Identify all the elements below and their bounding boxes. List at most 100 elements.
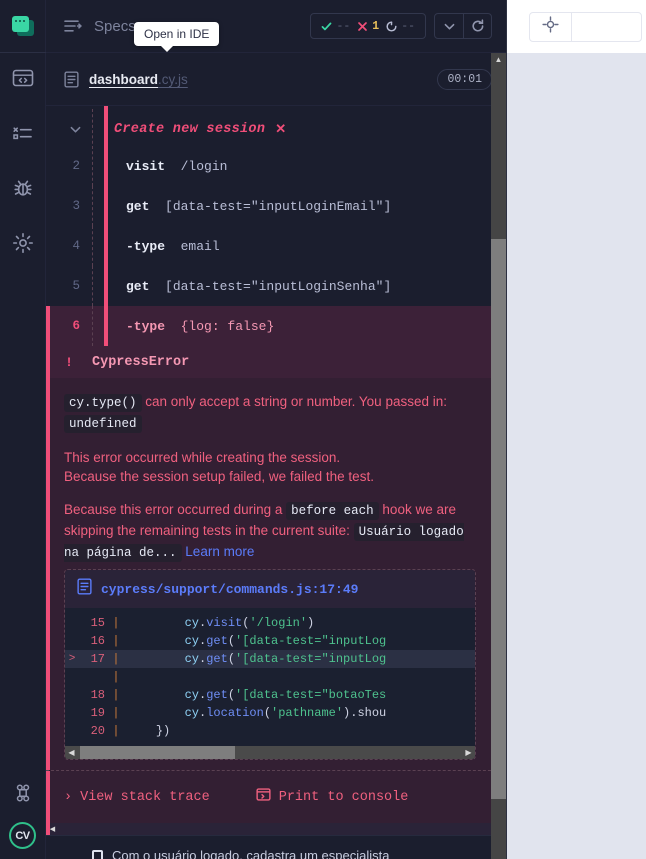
- code-line-source: cy.visit('/login'): [184, 616, 315, 630]
- command-row[interactable]: 4 -type email: [46, 226, 506, 266]
- chevron-down-icon: [444, 23, 454, 30]
- cypress-logo[interactable]: [0, 0, 46, 53]
- error-para3-a: Because this error occurred during a: [64, 502, 283, 517]
- console-icon: [256, 787, 271, 807]
- view-stack-trace-label: View stack trace: [80, 789, 210, 805]
- hamburger-icon[interactable]: [64, 19, 82, 33]
- command-text: get [data-test="inputLoginSenha"]: [126, 279, 391, 294]
- close-icon[interactable]: ✕: [275, 121, 286, 137]
- stat-passed-value: --: [336, 19, 351, 33]
- error-name: CypressError: [92, 354, 190, 370]
- sidebar-item-runs[interactable]: [0, 108, 46, 163]
- chevron-down-icon[interactable]: [46, 123, 92, 136]
- print-to-console-label: Print to console: [278, 789, 409, 805]
- spec-timer: 00:01: [437, 68, 492, 90]
- code-line-source: cy.get('[data-test="inputLog: [184, 634, 387, 648]
- check-icon: [322, 22, 332, 30]
- scroll-up-arrow[interactable]: ▲: [491, 53, 506, 67]
- suite-title: Create new session: [114, 121, 266, 137]
- crosshair-icon: [542, 15, 559, 38]
- runner-vscrollbar[interactable]: ▲: [491, 53, 506, 859]
- sidebar-item-debug[interactable]: [0, 163, 46, 218]
- error-paragraph-1: cy.type() can only accept a string or nu…: [64, 392, 476, 434]
- code-line-number: 15: [90, 616, 105, 630]
- code-frame-line: 16 | cy.get('[data-test="inputLog: [65, 632, 475, 650]
- learn-more-link[interactable]: Learn more: [185, 544, 254, 559]
- sidebar-item-settings[interactable]: [0, 218, 46, 273]
- collapse-all-button[interactable]: [435, 14, 463, 38]
- code-line-source: [127, 670, 156, 684]
- specs-runner-panel: Specs -- 1 -- dashboard.cy.js 00:01 Open…: [46, 0, 506, 859]
- command-row[interactable]: 6 -type {log: false}: [46, 306, 506, 346]
- aut-url-input[interactable]: [571, 12, 641, 41]
- selector-playground-button[interactable]: [530, 13, 571, 41]
- command-keyword: -type: [126, 318, 166, 334]
- stat-failed: 1: [357, 20, 379, 33]
- code-line-number: 16: [90, 634, 105, 648]
- suite-title-row[interactable]: Create new session ✕: [46, 106, 506, 149]
- scroll-right-arrow[interactable]: ▶: [462, 748, 475, 757]
- chevron-right-icon: ›: [64, 789, 73, 805]
- scroll-left-arrow[interactable]: ◀: [65, 748, 78, 757]
- scroll-left-arrow[interactable]: ◀: [46, 825, 59, 833]
- pending-test-row[interactable]: Com o usuário logado, cadastra um especi…: [46, 835, 506, 859]
- command-row[interactable]: 2 visit /login: [46, 146, 506, 186]
- command-number: 3: [72, 199, 80, 213]
- aut-iframe[interactable]: [507, 53, 646, 859]
- keyboard-shortcuts-icon[interactable]: [13, 783, 33, 808]
- aut-controls: [529, 11, 642, 42]
- error-panel-hscrollbar[interactable]: ◀ ▶: [46, 823, 506, 835]
- error-para2-b: Because the session setup failed, we fai…: [64, 469, 374, 484]
- error-bang: !: [65, 354, 73, 370]
- code-frame-lines: 15 | cy.visit('/login') 16 | cy.get('[data-…: [65, 608, 475, 746]
- spec-filename[interactable]: dashboard.cy.js: [89, 72, 188, 87]
- page-title: Specs: [94, 17, 136, 35]
- print-to-console-button[interactable]: Print to console: [256, 787, 409, 807]
- code-line-arrow: >: [68, 653, 76, 665]
- code-line-pipe: |: [112, 688, 120, 702]
- pending-square-icon: [92, 849, 103, 859]
- pending-circle-icon: [386, 20, 397, 32]
- code-line-source: cy.get('[data-test="inputLog: [184, 652, 387, 666]
- command-keyword: get: [126, 198, 150, 214]
- cypress-app-window: CV Specs -- 1 -- dashboard.cy.js 00:01 O…: [0, 0, 646, 859]
- code-frame-path[interactable]: cypress/support/commands.js:17:49: [101, 582, 358, 597]
- test-stats: -- 1 --: [310, 13, 426, 39]
- error-body: cy.type() can only accept a string or nu…: [46, 378, 506, 770]
- error-code-undefined: undefined: [64, 415, 142, 433]
- runs-icon: [12, 124, 34, 147]
- left-nav-rail: CV: [0, 0, 46, 859]
- refresh-icon: [471, 19, 483, 32]
- code-line-number: 20: [90, 724, 105, 738]
- code-line-source: }): [155, 724, 171, 738]
- code-frame-line: 18 | cy.get('[data-test="botaoTes: [65, 686, 475, 704]
- spec-header: dashboard.cy.js 00:01 Open in IDE: [46, 22, 506, 106]
- code-line-pipe: |: [112, 706, 120, 720]
- code-line-pipe: |: [112, 670, 120, 684]
- code-line-number: 18: [90, 688, 105, 702]
- restart-button[interactable]: [463, 14, 491, 38]
- error-header: ! CypressError: [46, 346, 506, 378]
- open-in-ide-tooltip: Open in IDE: [134, 22, 220, 52]
- stat-passed: --: [321, 20, 350, 33]
- command-argument: /login: [180, 158, 228, 174]
- code-frame-header[interactable]: cypress/support/commands.js:17:49: [65, 570, 475, 608]
- command-number: 5: [72, 279, 80, 293]
- avatar[interactable]: CV: [9, 822, 36, 849]
- command-row[interactable]: 3 get [data-test="inputLoginEmail"]: [46, 186, 506, 226]
- command-row[interactable]: 5 get [data-test="inputLoginSenha"]: [46, 266, 506, 306]
- sidebar-item-specs[interactable]: [0, 53, 46, 108]
- code-line-pipe: |: [112, 634, 120, 648]
- view-stack-trace-button[interactable]: › View stack trace: [64, 790, 210, 805]
- error-line1-rest: can only accept a string or number.: [141, 394, 356, 409]
- code-frame-hscrollbar[interactable]: ◀ ▶: [65, 746, 475, 759]
- error-code-before-each: before each: [286, 502, 379, 520]
- runner-controls: [434, 13, 492, 39]
- code-line-pipe: |: [112, 724, 120, 738]
- command-keyword: visit: [126, 158, 166, 174]
- stat-failed-value: 1: [372, 19, 380, 33]
- command-keyword: -type: [126, 238, 166, 254]
- scrollbar-thumb[interactable]: [491, 239, 506, 799]
- command-argument: email: [180, 238, 220, 254]
- error-para2-a: This error occurred while creating the s…: [64, 450, 341, 465]
